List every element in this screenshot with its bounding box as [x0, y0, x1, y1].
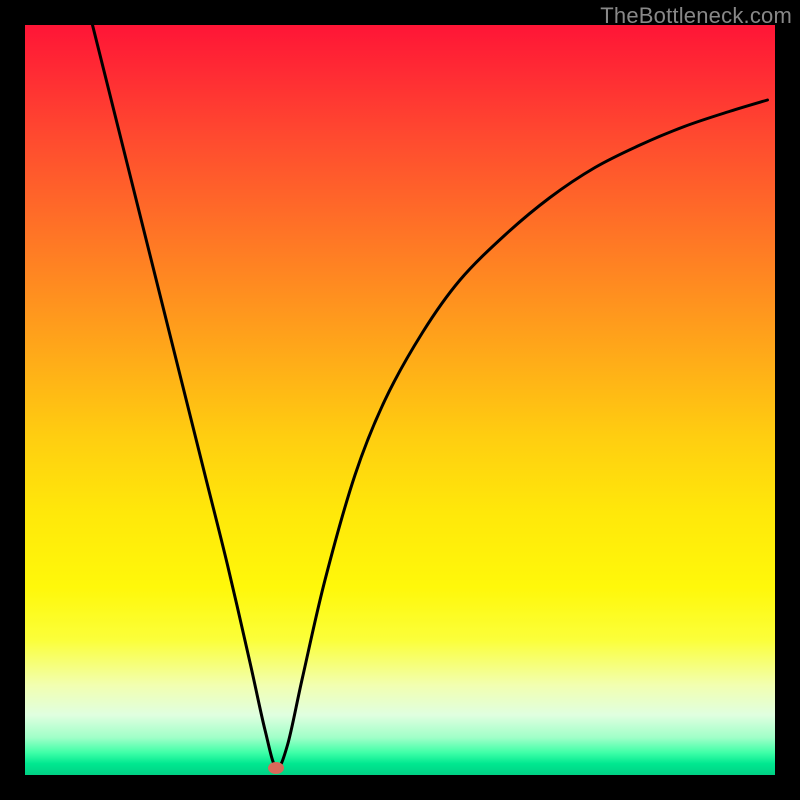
plot-area: [25, 25, 775, 775]
watermark-text: TheBottleneck.com: [600, 3, 792, 29]
bottleneck-curve: [25, 25, 775, 775]
chart-frame: TheBottleneck.com: [0, 0, 800, 800]
optimum-marker: [268, 762, 284, 774]
